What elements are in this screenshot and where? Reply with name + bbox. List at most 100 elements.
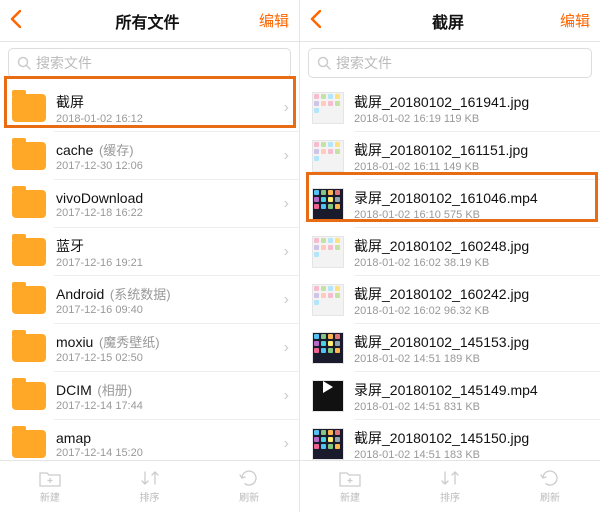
chevron-right-icon: › bbox=[284, 99, 289, 117]
chevron-right-icon: › bbox=[284, 147, 289, 165]
folder-meta: 2017-12-18 16:22 bbox=[56, 207, 278, 219]
file-row[interactable]: 截屏_20180102_161941.jpg2018-01-02 16:19 1… bbox=[300, 84, 600, 132]
new-folder-icon bbox=[39, 469, 61, 487]
image-thumbnail bbox=[312, 332, 344, 364]
image-thumbnail bbox=[312, 236, 344, 268]
file-row[interactable]: 截屏_20180102_160248.jpg2018-01-02 16:02 3… bbox=[300, 228, 600, 276]
folder-row[interactable]: Android (系统数据)2017-12-16 09:40 › bbox=[0, 276, 299, 324]
search-icon bbox=[317, 56, 331, 70]
file-meta: 2018-01-02 16:02 38.19 KB bbox=[354, 257, 590, 269]
refresh-icon bbox=[239, 469, 259, 487]
folder-name: 蓝牙 bbox=[56, 236, 278, 256]
search-placeholder: 搜索文件 bbox=[336, 53, 392, 73]
chevron-right-icon: › bbox=[284, 339, 289, 357]
folder-name: vivoDownload bbox=[56, 190, 278, 206]
folder-row[interactable]: vivoDownload2017-12-18 16:22 › bbox=[0, 180, 299, 228]
folder-name: 截屏 bbox=[56, 92, 278, 112]
file-name: 截屏_20180102_145150.jpg bbox=[354, 428, 590, 448]
file-meta: 2018-01-02 16:19 119 KB bbox=[354, 113, 590, 125]
bottom-toolbar: 新建 排序 刷新 bbox=[0, 460, 299, 512]
image-thumbnail bbox=[312, 188, 344, 220]
folder-icon bbox=[12, 430, 46, 458]
folder-row[interactable]: moxiu (魔秀壁纸)2017-12-15 02:50 › bbox=[0, 324, 299, 372]
folder-name: Android (系统数据) bbox=[56, 284, 278, 303]
folder-meta: 2017-12-14 15:20 bbox=[56, 447, 278, 459]
file-row[interactable]: 截屏_20180102_160242.jpg2018-01-02 16:02 9… bbox=[300, 276, 600, 324]
chevron-right-icon: › bbox=[284, 435, 289, 453]
chevron-right-icon: › bbox=[284, 387, 289, 405]
file-list: 截屏2018-01-02 16:12›cache (缓存)2017-12-30 … bbox=[0, 84, 299, 460]
new-folder-button[interactable]: 新建 bbox=[0, 461, 100, 512]
file-meta: 2018-01-02 14:51 183 KB bbox=[354, 449, 590, 461]
file-row[interactable]: 截屏_20180102_161151.jpg2018-01-02 16:11 1… bbox=[300, 132, 600, 180]
file-row[interactable]: 录屏_20180102_145149.mp42018-01-02 14:51 8… bbox=[300, 372, 600, 420]
image-thumbnail bbox=[312, 284, 344, 316]
file-name: 录屏_20180102_145149.mp4 bbox=[354, 380, 590, 400]
search-input[interactable]: 搜索文件 bbox=[8, 48, 291, 78]
new-folder-button[interactable]: 新建 bbox=[300, 461, 400, 512]
folder-row[interactable]: DCIM (相册)2017-12-14 17:44 › bbox=[0, 372, 299, 420]
folder-name: DCIM (相册) bbox=[56, 380, 278, 399]
folder-meta: 2017-12-15 02:50 bbox=[56, 352, 278, 364]
file-row[interactable]: 录屏_20180102_161046.mp42018-01-02 16:10 5… bbox=[300, 180, 600, 228]
image-thumbnail bbox=[312, 428, 344, 460]
file-name: 截屏_20180102_160242.jpg bbox=[354, 284, 590, 304]
folder-row[interactable]: 截屏2018-01-02 16:12 › bbox=[0, 84, 299, 132]
folder-meta: 2018-01-02 16:12 bbox=[56, 113, 278, 125]
back-button[interactable] bbox=[10, 8, 40, 34]
sort-icon bbox=[440, 469, 460, 487]
chevron-right-icon: › bbox=[284, 243, 289, 261]
refresh-button[interactable]: 刷新 bbox=[199, 461, 299, 512]
file-row[interactable]: 截屏_20180102_145153.jpg2018-01-02 14:51 1… bbox=[300, 324, 600, 372]
folder-icon bbox=[12, 142, 46, 170]
folder-icon bbox=[12, 190, 46, 218]
file-meta: 2018-01-02 16:02 96.32 KB bbox=[354, 305, 590, 317]
file-meta: 2018-01-02 16:10 575 KB bbox=[354, 209, 590, 221]
file-name: 录屏_20180102_161046.mp4 bbox=[354, 188, 590, 208]
back-button[interactable] bbox=[310, 8, 340, 34]
new-folder-icon bbox=[339, 469, 361, 487]
edit-button[interactable]: 编辑 bbox=[556, 10, 590, 31]
video-thumbnail bbox=[312, 380, 344, 412]
file-name: 截屏_20180102_160248.jpg bbox=[354, 236, 590, 256]
folder-row[interactable]: 蓝牙2017-12-16 19:21 › bbox=[0, 228, 299, 276]
file-meta: 2018-01-02 14:51 831 KB bbox=[354, 401, 590, 413]
file-name: 截屏_20180102_145153.jpg bbox=[354, 332, 590, 352]
refresh-button[interactable]: 刷新 bbox=[500, 461, 600, 512]
file-meta: 2018-01-02 16:11 149 KB bbox=[354, 161, 590, 173]
search-icon bbox=[17, 56, 31, 70]
file-row[interactable]: 截屏_20180102_145150.jpg2018-01-02 14:51 1… bbox=[300, 420, 600, 460]
file-meta: 2018-01-02 14:51 189 KB bbox=[354, 353, 590, 365]
folder-meta: 2017-12-30 12:06 bbox=[56, 160, 278, 172]
folder-name: moxiu (魔秀壁纸) bbox=[56, 332, 278, 351]
file-name: 截屏_20180102_161941.jpg bbox=[354, 92, 590, 112]
folder-row[interactable]: cache (缓存)2017-12-30 12:06 › bbox=[0, 132, 299, 180]
sort-button[interactable]: 排序 bbox=[100, 461, 200, 512]
navbar: 所有文件 编辑 bbox=[0, 0, 299, 42]
folder-icon bbox=[12, 334, 46, 362]
image-thumbnail bbox=[312, 140, 344, 172]
left-pane: 所有文件 编辑 搜索文件 截屏2018-01-02 16:12›cache (缓… bbox=[0, 0, 300, 512]
navbar: 截屏 编辑 bbox=[300, 0, 600, 42]
bottom-toolbar: 新建 排序 刷新 bbox=[300, 460, 600, 512]
page-title: 所有文件 bbox=[115, 9, 179, 33]
folder-name: cache (缓存) bbox=[56, 140, 278, 159]
search-placeholder: 搜索文件 bbox=[36, 53, 92, 73]
edit-button[interactable]: 编辑 bbox=[255, 10, 289, 31]
right-pane: 截屏 编辑 搜索文件 截屏_20180102_161941.jpg2018-01… bbox=[300, 0, 600, 512]
folder-icon bbox=[12, 94, 46, 122]
search-input[interactable]: 搜索文件 bbox=[308, 48, 592, 78]
folder-row[interactable]: amap2017-12-14 15:20 › bbox=[0, 420, 299, 460]
sort-button[interactable]: 排序 bbox=[400, 461, 500, 512]
folder-meta: 2017-12-16 19:21 bbox=[56, 257, 278, 269]
chevron-right-icon: › bbox=[284, 291, 289, 309]
folder-name: amap bbox=[56, 430, 278, 446]
chevron-right-icon: › bbox=[284, 195, 289, 213]
refresh-icon bbox=[540, 469, 560, 487]
folder-icon bbox=[12, 382, 46, 410]
folder-meta: 2017-12-14 17:44 bbox=[56, 400, 278, 412]
page-title: 截屏 bbox=[432, 9, 464, 33]
folder-meta: 2017-12-16 09:40 bbox=[56, 304, 278, 316]
sort-icon bbox=[140, 469, 160, 487]
file-list: 截屏_20180102_161941.jpg2018-01-02 16:19 1… bbox=[300, 84, 600, 460]
